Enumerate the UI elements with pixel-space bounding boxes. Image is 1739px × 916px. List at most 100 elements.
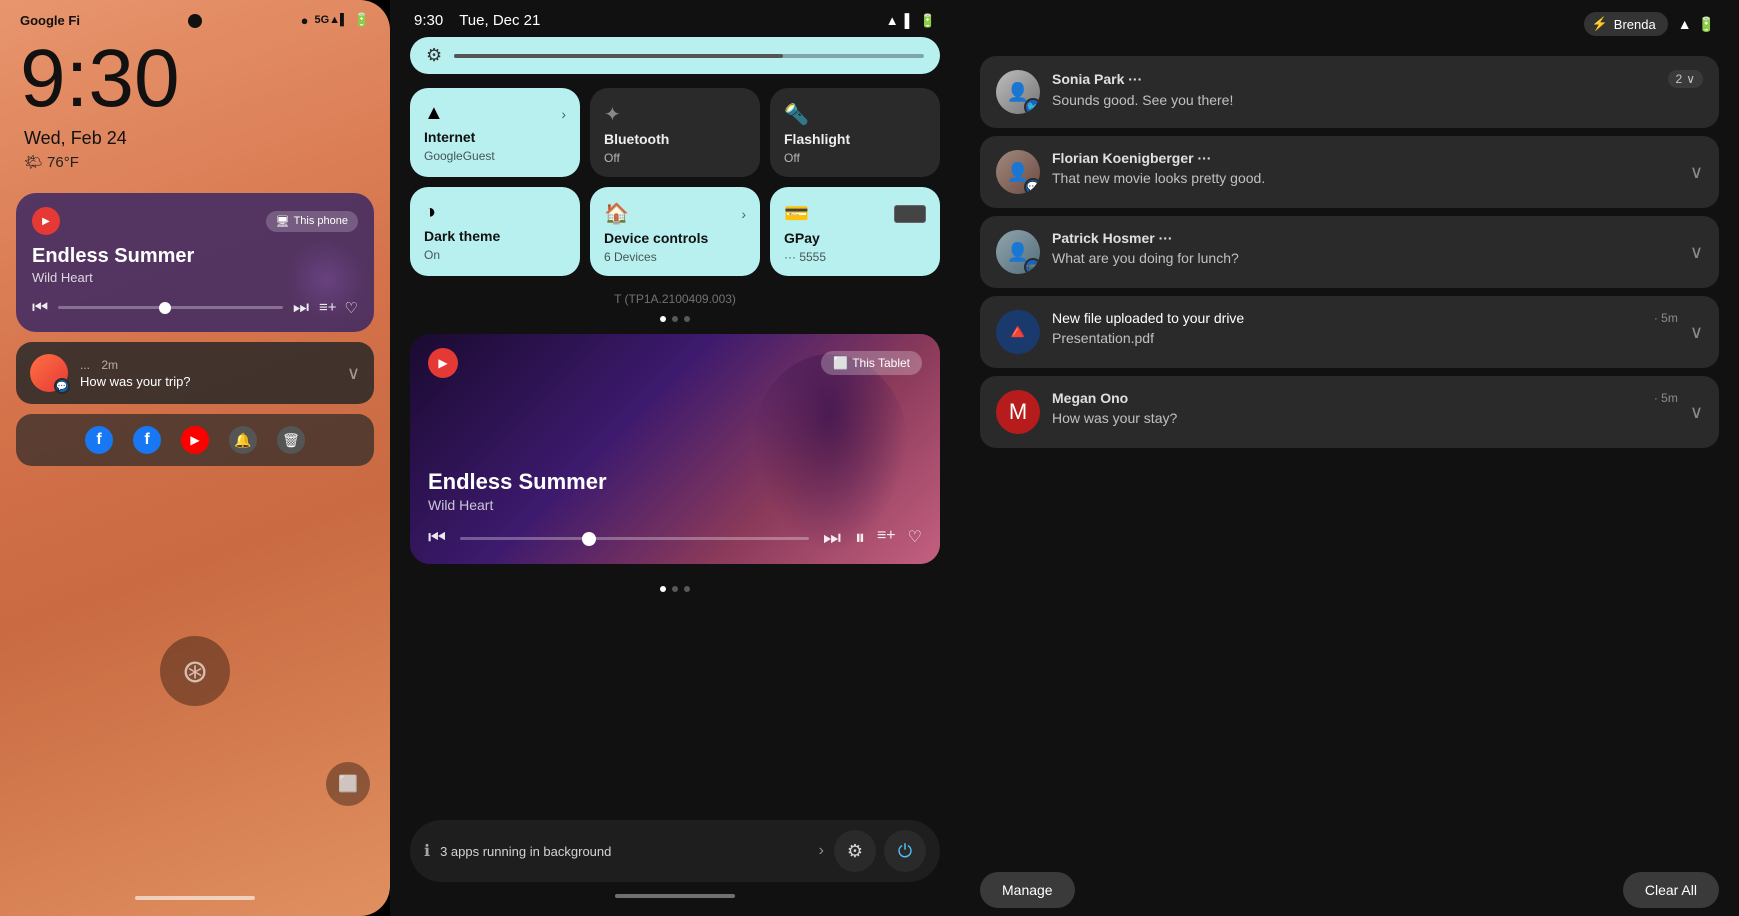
patrick-expand-button[interactable]: ∨ [1690, 242, 1703, 263]
this-tablet-badge: ⬜ This Tablet [821, 351, 922, 375]
dot-1 [660, 316, 666, 322]
wifi-status-icon: ▲ [1678, 16, 1692, 33]
network-icon: ● [301, 13, 309, 28]
qs-pause-button[interactable]: ⏸ [855, 527, 865, 550]
internet-tile[interactable]: ▲ › Internet GoogleGuest [410, 88, 580, 177]
trash-icon[interactable]: 🗑 [277, 426, 305, 454]
bluetooth-label: Bluetooth [604, 131, 746, 147]
notification-patrick[interactable]: 👤 📹 Patrick Hosmer ··· What are you doin… [980, 216, 1719, 288]
weather-icon: 🌤 [24, 153, 43, 171]
power-button[interactable]: ⏻ [884, 830, 926, 872]
drive-time: · 5m [1654, 311, 1678, 325]
recents-button[interactable]: ⬜ [326, 762, 370, 806]
facebook-icon-2[interactable]: f [133, 426, 161, 454]
gpay-tile[interactable]: 💳 GPay ··· 5555 [770, 187, 940, 276]
phone-music-card[interactable]: ▶ 🖥 This phone Endless Summer Wild Heart… [16, 193, 374, 332]
megan-sender: Megan Ono [1052, 390, 1128, 406]
megan-expand-button[interactable]: ∨ [1690, 402, 1703, 423]
facebook-icon[interactable]: f [85, 426, 113, 454]
drive-expand-button[interactable]: ∨ [1690, 322, 1703, 343]
bluetooth-sublabel: Off [604, 151, 746, 165]
notification-florian[interactable]: 👤 💬 Florian Koenigberger ··· That new mo… [980, 136, 1719, 208]
qs-home-bar [615, 894, 735, 898]
clear-all-button[interactable]: Clear All [1623, 872, 1719, 908]
qs-music-player[interactable]: ▶ ⬜ This Tablet Endless Summer Wild Hear… [410, 334, 940, 564]
qs-like-icon[interactable]: ♡ [908, 527, 922, 550]
power-icon: ⏻ [898, 841, 912, 862]
florian-avatar: 👤 💬 [996, 150, 1040, 194]
signal-bar-icon: ▌ [905, 13, 914, 28]
next-button[interactable]: ⏭ [293, 297, 309, 318]
dark-theme-tile[interactable]: ◑ Dark theme On [410, 187, 580, 276]
brightness-row[interactable]: ⚙ [410, 37, 940, 74]
prev-button[interactable]: ⏮ [32, 297, 48, 318]
fingerprint-icon: ⊛ [182, 652, 209, 690]
qs-music-subtitle: Wild Heart [428, 497, 922, 513]
app-icons-row: f f ▶ 🔔 🗑 [16, 414, 374, 466]
flashlight-label: Flashlight [784, 131, 926, 147]
settings-button[interactable]: ⚙ [834, 830, 876, 872]
internet-arrow-icon: › [561, 106, 566, 122]
tablet-icon: ⬜ [833, 356, 848, 370]
device-controls-arrow: › [741, 206, 746, 222]
phone-notification[interactable]: 💬 ... 2m How was your trip? ∨ [16, 342, 374, 404]
phone-weather: 🌤 76°F [0, 149, 390, 171]
gpay-sublabel: ··· 5555 [784, 250, 926, 264]
dark-theme-label: Dark theme [424, 228, 566, 244]
dot-2 [672, 316, 678, 322]
battery-status-icon: 🔋 [1698, 16, 1715, 33]
music-dot-2 [672, 586, 678, 592]
bell-icon[interactable]: 🔔 [229, 426, 257, 454]
gpay-icon: 💳 [784, 201, 809, 226]
device-controls-tile[interactable]: 🏠 › Device controls 6 Devices [590, 187, 760, 276]
drive-icon: 🔺 [1004, 319, 1031, 345]
qs-date: Tue, Dec 21 [459, 12, 540, 29]
carrier-label: Google Fi [20, 13, 80, 28]
patrick-message: What are you doing for lunch? [1052, 250, 1678, 266]
phone-notif-message: How was your trip? [80, 374, 335, 389]
camera-dot [188, 14, 202, 28]
device-controls-sublabel: 6 Devices [604, 250, 746, 264]
notification-megan[interactable]: M Megan Ono · 5m How was your stay? ∨ [980, 376, 1719, 448]
flashlight-tile[interactable]: 🔦 Flashlight Off [770, 88, 940, 177]
florian-expand-button[interactable]: ∨ [1690, 162, 1703, 183]
notification-drive[interactable]: 🔺 New file uploaded to your drive · 5m P… [980, 296, 1719, 368]
qs-next-button[interactable]: ⏭ [823, 527, 841, 550]
manage-button[interactable]: Manage [980, 872, 1075, 908]
youtube-icon[interactable]: ▶ [181, 426, 209, 454]
bluetooth-tile[interactable]: ✦ Bluetooth Off [590, 88, 760, 177]
home-bar [135, 896, 255, 900]
queue-icon[interactable]: ≡+ [319, 299, 337, 317]
qs-prev-button[interactable]: ⏮ [428, 527, 446, 550]
megan-time: · 5m [1654, 391, 1678, 405]
drive-message: Presentation.pdf [1052, 330, 1678, 346]
device-controls-label: Device controls [604, 230, 746, 246]
sonia-count-badge: 2 ∨ [1668, 70, 1703, 88]
qs-queue-icon[interactable]: ≡+ [877, 527, 896, 550]
qs-progress-bar[interactable] [460, 537, 809, 540]
brightness-slider[interactable] [454, 54, 924, 58]
internet-label: Internet [424, 129, 566, 145]
qs-tiles-grid: ▲ › Internet GoogleGuest ✦ Bluetooth Off… [410, 88, 940, 276]
background-apps-bar[interactable]: ℹ 3 apps running in background › ⚙ ⏻ [410, 820, 940, 882]
monitor-icon: 🖥 [276, 215, 290, 228]
qs-status-icons: ▲ ▌ 🔋 [886, 13, 936, 29]
wifi-icon: ▲ [886, 13, 899, 28]
drive-sender: New file uploaded to your drive [1052, 310, 1244, 326]
megan-icon: M [1009, 399, 1027, 425]
expand-button[interactable]: ∨ [347, 363, 360, 384]
device-controls-icon: 🏠 [604, 201, 629, 226]
qs-status-bar: 9:30 Tue, Dec 21 ▲ ▌ 🔋 [410, 0, 940, 37]
battery-icon: 🔋 [354, 12, 370, 28]
qs-music-title: Endless Summer [428, 469, 922, 495]
duo-badge: 📹 [1024, 258, 1040, 274]
dot-3 [684, 316, 690, 322]
phone-date: Wed, Feb 24 [0, 120, 390, 149]
music-progress-bar[interactable] [58, 306, 283, 309]
notification-sonia[interactable]: 👤 🐦 Sonia Park ··· 2 ∨ Sounds good. See … [980, 56, 1719, 128]
this-phone-badge: 🖥 This phone [266, 211, 358, 232]
notif-avatar: 💬 [30, 354, 68, 392]
fingerprint-button[interactable]: ⊛ [160, 636, 230, 706]
qs-progress-dot [582, 532, 596, 546]
like-icon[interactable]: ♡ [345, 299, 358, 317]
